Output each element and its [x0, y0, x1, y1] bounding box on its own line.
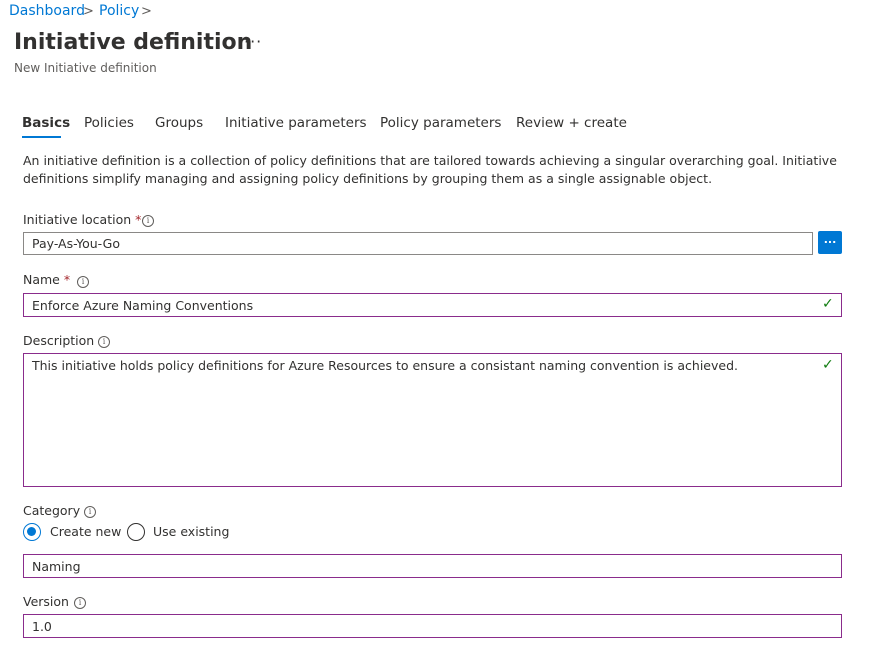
tab-review-create[interactable]: Review + create: [516, 115, 627, 131]
required-mark: *: [63, 272, 71, 287]
intro-text: An initiative definition is a collection…: [23, 153, 837, 186]
active-tab-indicator: [22, 136, 61, 138]
version-label: Version: [23, 594, 69, 609]
required-mark: *: [135, 212, 142, 227]
tab-policies[interactable]: Policies: [84, 115, 134, 131]
breadcrumb-dashboard-link[interactable]: Dashboard: [9, 3, 85, 19]
name-label-text: Name: [23, 272, 60, 287]
description-label: Description: [23, 333, 94, 348]
radio-use-existing-label[interactable]: Use existing: [153, 524, 229, 539]
location-input[interactable]: [23, 232, 813, 255]
checkmark-icon: ✓: [822, 357, 834, 373]
description-textarea[interactable]: This initiative holds policy definitions…: [23, 353, 842, 487]
tab-basics[interactable]: Basics: [22, 115, 70, 131]
page-subtitle: New Initiative definition: [14, 61, 157, 75]
version-input[interactable]: [23, 614, 842, 638]
name-label: Name *: [23, 272, 70, 287]
info-icon[interactable]: i: [142, 215, 154, 227]
category-label: Category: [23, 503, 80, 518]
checkmark-icon: ✓: [822, 296, 834, 312]
location-label-text: Initiative location: [23, 212, 132, 227]
description-label-text: Description: [23, 333, 95, 348]
info-icon[interactable]: i: [77, 276, 89, 288]
info-icon[interactable]: i: [74, 597, 86, 609]
breadcrumb-policy-link[interactable]: Policy: [99, 3, 139, 19]
tab-initiative-parameters[interactable]: Initiative parameters: [225, 115, 367, 131]
location-label: Initiative location *: [23, 212, 141, 227]
chevron-right-icon: >: [83, 4, 94, 19]
browse-location-button[interactable]: ...: [818, 231, 842, 254]
chevron-right-icon: >: [141, 4, 152, 19]
page-title: Initiative definition: [14, 30, 253, 55]
name-input[interactable]: [23, 293, 842, 317]
radio-create-new[interactable]: [23, 523, 41, 541]
more-options-button[interactable]: ···: [244, 32, 262, 51]
tab-groups[interactable]: Groups: [155, 115, 203, 131]
tab-policy-parameters[interactable]: Policy parameters: [380, 115, 501, 131]
version-label-text: Version: [23, 594, 69, 609]
category-input[interactable]: [23, 554, 842, 578]
info-icon[interactable]: i: [98, 336, 110, 348]
category-label-text: Category: [23, 503, 81, 518]
radio-create-new-label[interactable]: Create new: [50, 524, 121, 539]
info-icon[interactable]: i: [84, 506, 96, 518]
radio-use-existing[interactable]: [127, 523, 145, 541]
